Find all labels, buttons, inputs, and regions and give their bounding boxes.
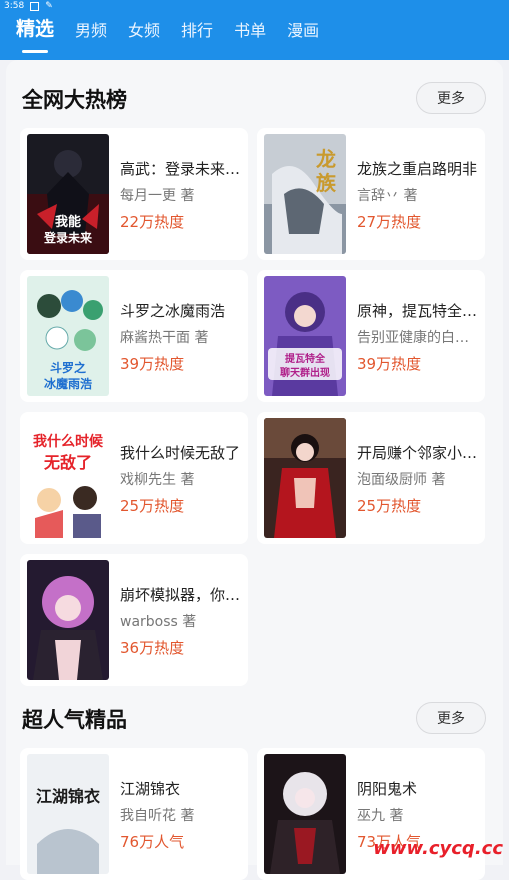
tab-male[interactable]: 男频 (75, 17, 107, 41)
book-author: 麻酱热干面 著 (120, 330, 209, 346)
book-card[interactable]: 崩坏模拟器，你… warboss 著 36万热度 (20, 554, 248, 686)
book-title: 我什么时候无敌了 (120, 444, 241, 462)
book-card[interactable]: 开局赚个邻家小… 泡面级厨师 著 25万热度 (257, 412, 485, 544)
tab-featured[interactable]: 精选 (16, 14, 54, 53)
book-title: 江湖锦衣 (120, 780, 181, 798)
book-heat: 27万热度 (357, 213, 422, 231)
book-heat: 25万热度 (120, 497, 185, 515)
svg-text:我什么时候: 我什么时候 (33, 433, 104, 450)
book-author: 告别亚健康的白… (357, 330, 469, 346)
tab-ranking[interactable]: 排行 (181, 17, 213, 41)
tab-booklists[interactable]: 书单 (234, 17, 266, 41)
svg-text:登录未来: 登录未来 (43, 230, 93, 245)
book-author: 言辞丷 著 (357, 188, 418, 204)
status-bar: 3:58 ✎ (4, 1, 53, 11)
tab-female[interactable]: 女频 (128, 17, 160, 41)
book-cover: 提瓦特全 聊天群出现 (264, 276, 346, 396)
book-cover: 江湖锦衣 (27, 754, 109, 874)
book-card[interactable]: 龙 族 龙族之重启路明非 言辞丷 著 27万热度 (257, 128, 485, 260)
book-cover: 我什么时候 无敌了 (27, 418, 109, 538)
book-author: 戏柳先生 著 (120, 472, 195, 488)
book-author: 泡面级厨师 著 (357, 472, 446, 488)
book-title: 原神，提瓦特全… (357, 302, 478, 320)
more-button[interactable]: 更多 (416, 82, 486, 114)
book-heat: 25万热度 (357, 497, 422, 515)
book-card[interactable]: 斗罗之 冰魔雨浩 斗罗之冰魔雨浩 麻酱热干面 著 39万热度 (20, 270, 248, 402)
book-heat: 39万热度 (357, 355, 422, 373)
book-heat: 39万热度 (120, 355, 185, 373)
book-author: warboss 著 (120, 614, 197, 630)
book-card[interactable]: 江湖锦衣 江湖锦衣 我自听花 著 76万人气 (20, 748, 248, 880)
status-time: 3:58 (4, 1, 25, 11)
svg-text:无敌了: 无敌了 (43, 453, 92, 472)
book-cover (264, 418, 346, 538)
cover-art: 我什么时候 无敌了 (27, 418, 109, 538)
svg-text:冰魔雨浩: 冰魔雨浩 (44, 376, 92, 391)
svg-text:斗罗之: 斗罗之 (50, 360, 86, 375)
tab-comics[interactable]: 漫画 (287, 17, 319, 41)
book-card[interactable]: 我什么时候 无敌了 我什么时候无敌了 戏柳先生 著 25万热度 (20, 412, 248, 544)
cover-art (264, 754, 346, 874)
channel-tabs: 精选 男频 女频 排行 书单 漫画 (16, 14, 340, 53)
svg-text:我能: 我能 (55, 214, 81, 230)
svg-text:族: 族 (316, 171, 337, 195)
top-app-bar: 3:58 ✎ 精选 男频 女频 排行 书单 漫画 (0, 0, 509, 60)
cover-art: 斗罗之 冰魔雨浩 (27, 276, 109, 396)
book-heat: 22万热度 (120, 213, 185, 231)
book-cover (264, 754, 346, 874)
book-cover (27, 560, 109, 680)
book-card[interactable]: 我能 登录未来 高武：登录未来… 每月一更 著 22万热度 (20, 128, 248, 260)
brush-icon: ✎ (45, 1, 53, 11)
svg-text:龙: 龙 (316, 147, 336, 171)
notification-icon (30, 1, 40, 11)
book-heat: 76万人气 (120, 833, 185, 851)
book-title: 高武：登录未来… (120, 160, 241, 178)
book-card[interactable]: 提瓦特全 聊天群出现 原神，提瓦特全… 告别亚健康的白… 39万热度 (257, 270, 485, 402)
cover-art (264, 418, 346, 538)
book-heat: 36万热度 (120, 639, 185, 657)
book-title: 龙族之重启路明非 (357, 160, 478, 178)
cover-art: 我能 登录未来 (27, 134, 109, 254)
book-author: 每月一更 著 (120, 188, 195, 204)
book-author: 我自听花 著 (120, 808, 195, 824)
cover-art (27, 560, 109, 680)
book-title: 开局赚个邻家小… (357, 444, 478, 462)
section-title: 超人气精品 (22, 708, 127, 732)
book-title: 阴阳鬼术 (357, 780, 418, 798)
svg-text:提瓦特全: 提瓦特全 (285, 352, 326, 365)
cover-art: 提瓦特全 聊天群出现 (264, 276, 346, 396)
cover-art: 江湖锦衣 (27, 754, 109, 874)
svg-text:聊天群出现: 聊天群出现 (280, 366, 330, 379)
cover-art: 龙 族 (264, 134, 346, 254)
book-cover: 龙 族 (264, 134, 346, 254)
section-title: 全网大热榜 (22, 88, 127, 112)
more-button[interactable]: 更多 (416, 702, 486, 734)
book-author: 巫九 著 (357, 808, 404, 824)
book-title: 崩坏模拟器，你… (120, 586, 241, 604)
book-card[interactable]: 阴阳鬼术 巫九 著 73万人气 (257, 748, 485, 880)
main-content: 全网大热榜 更多 我能 登录未来 高武：登录未来… 每月一更 著 22万热度 龙… (6, 60, 503, 880)
book-cover: 斗罗之 冰魔雨浩 (27, 276, 109, 396)
svg-text:江湖锦衣: 江湖锦衣 (36, 787, 100, 806)
watermark-text: www.cycq.cc (373, 838, 503, 859)
book-cover: 我能 登录未来 (27, 134, 109, 254)
book-title: 斗罗之冰魔雨浩 (120, 302, 226, 320)
